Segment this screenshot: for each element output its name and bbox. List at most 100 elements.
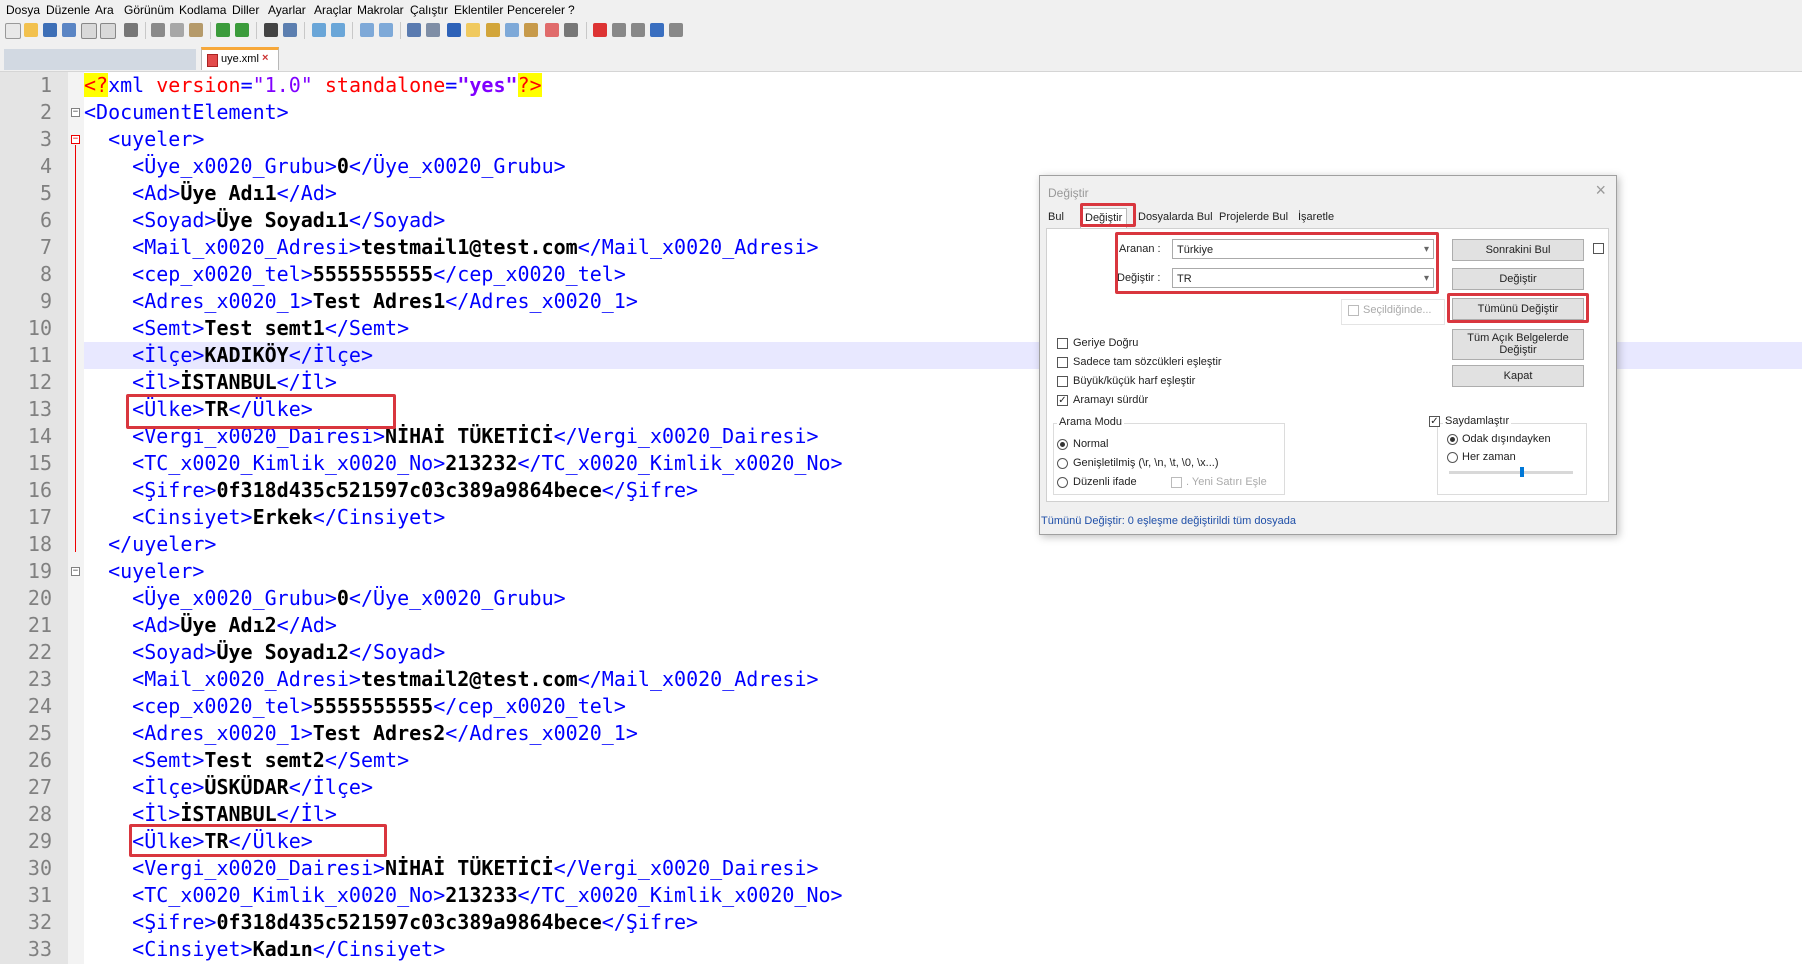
save-macro-icon[interactable] — [669, 23, 683, 37]
tab-replace[interactable]: Değiştir — [1080, 208, 1128, 228]
fold-toggle-icon[interactable]: − — [71, 135, 80, 144]
backward-checkbox[interactable] — [1057, 338, 1068, 349]
indent-guide-icon[interactable] — [447, 23, 461, 37]
function-list-icon[interactable] — [505, 23, 519, 37]
code-line[interactable]: <Vergi_x0020_Dairesi>NİHAİ TÜKETİCİ</Ver… — [84, 855, 1802, 882]
redo-icon[interactable] — [235, 23, 249, 37]
save-icon[interactable] — [43, 23, 57, 37]
transparency-checkbox[interactable]: ✓ — [1429, 416, 1440, 427]
menu-file[interactable]: Dosya — [6, 3, 40, 17]
code-line[interactable]: <Şifre>0f318d435c521597c03c389a9864bece<… — [84, 909, 1802, 936]
tab-find-in-projects[interactable]: Projelerde Bul — [1219, 208, 1288, 227]
code-line[interactable]: <TC_x0020_Kimlik_x0020_No>213233</TC_x00… — [84, 882, 1802, 909]
tab-uye-xml[interactable]: uye.xml × — [201, 47, 279, 70]
stop-macro-icon[interactable] — [612, 23, 626, 37]
find-next-option-checkbox[interactable] — [1593, 243, 1604, 254]
menu-plugins[interactable]: Eklentiler — [454, 3, 503, 17]
close-file-icon[interactable] — [81, 23, 97, 39]
word-wrap-icon[interactable] — [407, 23, 421, 37]
code-line[interactable]: <uyeler> — [84, 126, 1802, 153]
print-icon[interactable] — [124, 23, 138, 37]
new-file-icon[interactable] — [5, 23, 21, 39]
menu-settings[interactable]: Ayarlar — [268, 3, 306, 17]
match-case-checkbox[interactable] — [1057, 376, 1068, 387]
tab-find-in-files[interactable]: Dosyalarda Bul — [1138, 208, 1213, 227]
folder-workspace-icon[interactable] — [524, 23, 538, 37]
close-button[interactable]: Kapat — [1452, 365, 1584, 387]
replace-icon[interactable] — [283, 23, 297, 37]
sync-vertical-icon[interactable] — [360, 23, 374, 37]
regex-radio[interactable] — [1057, 477, 1068, 488]
dialog-close-icon[interactable]: × — [1595, 180, 1606, 201]
play-macro-icon[interactable] — [631, 23, 645, 37]
code-line[interactable]: <cep_x0020_tel>5555555555</cep_x0020_tel… — [84, 693, 1802, 720]
in-selection-checkbox[interactable] — [1348, 305, 1359, 316]
code-line[interactable]: <Ad>Üye Adı2</Ad> — [84, 612, 1802, 639]
find-combo[interactable]: Türkiye ▾ — [1172, 239, 1434, 259]
copy-icon[interactable] — [170, 23, 184, 37]
code-line[interactable]: <DocumentElement> — [84, 99, 1802, 126]
chevron-down-icon[interactable]: ▾ — [1424, 240, 1429, 260]
find-next-button[interactable]: Sonrakini Bul — [1452, 239, 1584, 261]
replace-all-button[interactable]: Tümünü Değiştir — [1452, 298, 1584, 320]
code-line[interactable]: <Mail_x0020_Adresi>testmail2@test.com</M… — [84, 666, 1802, 693]
blurred-tabs[interactable] — [4, 49, 196, 70]
find-icon[interactable] — [264, 23, 278, 37]
replace-button[interactable]: Değiştir — [1452, 268, 1584, 290]
close-tab-icon[interactable]: × — [262, 52, 268, 64]
fold-toggle-icon[interactable]: − — [71, 108, 80, 117]
udl-icon[interactable] — [466, 23, 480, 37]
transparency-slider[interactable] — [1449, 471, 1573, 474]
paste-icon[interactable] — [189, 23, 203, 37]
record-macro-icon[interactable] — [593, 23, 607, 37]
menu-edit[interactable]: Düzenle — [46, 3, 90, 17]
extended-radio[interactable] — [1057, 458, 1068, 469]
menu-search[interactable]: Ara — [95, 3, 114, 17]
code-line[interactable]: </uyeler> — [84, 531, 1802, 558]
code-line[interactable]: <?xml version="1.0" standalone="yes"?> — [84, 72, 1802, 99]
code-line[interactable]: <İl>İSTANBUL</İl> — [84, 801, 1802, 828]
eye-icon[interactable] — [564, 23, 578, 37]
code-line[interactable]: <Üye_x0020_Grubu>0</Üye_x0020_Grubu> — [84, 585, 1802, 612]
menu-help[interactable]: ? — [568, 3, 575, 17]
code-line[interactable]: <Adres_x0020_1>Test Adres2</Adres_x0020_… — [84, 720, 1802, 747]
code-line[interactable]: <uyeler> — [84, 558, 1802, 585]
menu-macro[interactable]: Makrolar — [357, 3, 404, 17]
match-newline-checkbox[interactable] — [1171, 477, 1182, 488]
fold-toggle-icon[interactable]: − — [71, 567, 80, 576]
tab-mark[interactable]: İşaretle — [1298, 208, 1334, 227]
run-macro-multiple-icon[interactable] — [650, 23, 664, 37]
tab-find[interactable]: Bul — [1048, 208, 1064, 227]
normal-radio[interactable] — [1057, 439, 1068, 450]
close-all-icon[interactable] — [100, 23, 116, 39]
menu-encoding[interactable]: Kodlama — [179, 3, 226, 17]
menu-window[interactable]: Pencereler — [507, 3, 565, 17]
zoom-in-icon[interactable] — [312, 23, 326, 37]
monitoring-icon[interactable] — [545, 23, 559, 37]
menu-language[interactable]: Diller — [232, 3, 259, 17]
doc-map-icon[interactable] — [486, 23, 500, 37]
show-all-chars-icon[interactable] — [426, 23, 440, 37]
whole-word-checkbox[interactable] — [1057, 357, 1068, 368]
open-file-icon[interactable] — [24, 23, 38, 37]
replace-combo[interactable]: TR ▾ — [1172, 268, 1434, 288]
save-all-icon[interactable] — [62, 23, 76, 37]
menu-view[interactable]: Görünüm — [124, 3, 174, 17]
sync-horizontal-icon[interactable] — [379, 23, 393, 37]
code-line[interactable]: <Cinsiyet>Kadın</Cinsiyet> — [84, 936, 1802, 963]
transparency-slider-thumb[interactable] — [1520, 467, 1524, 477]
code-line[interactable]: <Semt>Test semt2</Semt> — [84, 747, 1802, 774]
cut-icon[interactable] — [151, 23, 165, 37]
code-line[interactable]: <İlçe>ÜSKÜDAR</İlçe> — [84, 774, 1802, 801]
code-line[interactable]: <Ülke>TR</Ülke> — [84, 828, 1802, 855]
always-radio[interactable] — [1447, 452, 1458, 463]
zoom-out-icon[interactable] — [331, 23, 345, 37]
undo-icon[interactable] — [216, 23, 230, 37]
menu-run[interactable]: Çalıştır — [410, 3, 448, 17]
on-lose-focus-radio[interactable] — [1447, 434, 1458, 445]
menu-tools[interactable]: Araçlar — [314, 3, 352, 17]
replace-all-open-docs-button[interactable]: Tüm Açık Belgelerde Değiştir — [1452, 329, 1584, 360]
code-line[interactable]: <Soyad>Üye Soyadı2</Soyad> — [84, 639, 1802, 666]
chevron-down-icon[interactable]: ▾ — [1424, 269, 1429, 289]
wrap-around-checkbox[interactable]: ✓ — [1057, 395, 1068, 406]
